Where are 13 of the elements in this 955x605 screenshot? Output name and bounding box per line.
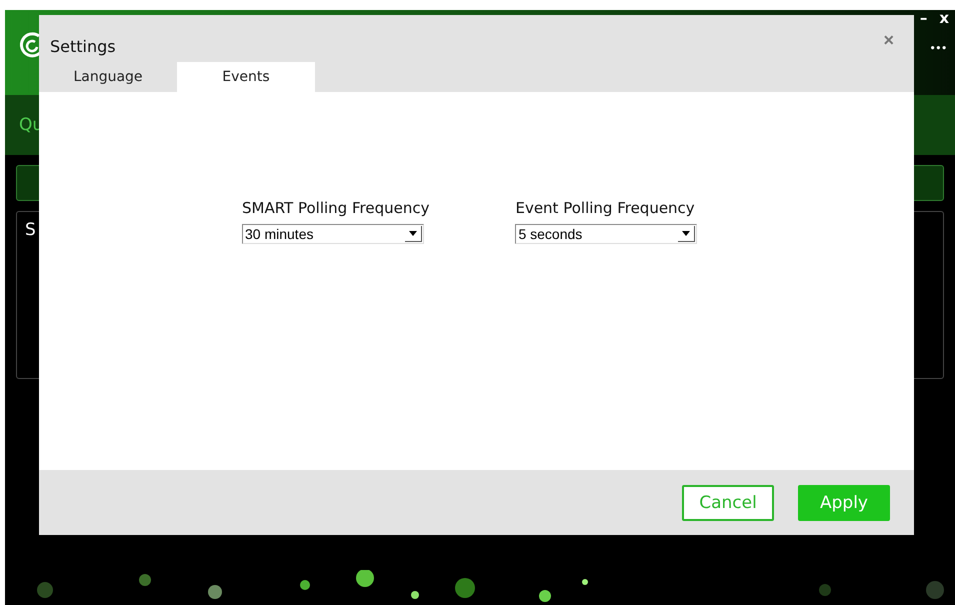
window-control-button[interactable]: x — [933, 10, 955, 26]
field-label: Event Polling Frequency — [515, 199, 696, 217]
dropdown[interactable]: 5 seconds — [515, 224, 698, 244]
dropdown-arrow-icon — [678, 226, 696, 242]
more-menu-button[interactable]: ••• — [930, 44, 947, 54]
tab[interactable]: Language — [39, 62, 177, 92]
dropdown-arrow-icon — [405, 226, 422, 242]
dropdown[interactable]: 30 minutes — [242, 224, 424, 244]
field-label: SMART Polling Frequency — [242, 199, 430, 217]
panel-title: S — [25, 220, 36, 240]
window-control-button[interactable]: – — [914, 10, 934, 26]
tab[interactable]: Events — [177, 62, 315, 92]
dialog-title: Settings — [50, 37, 116, 56]
